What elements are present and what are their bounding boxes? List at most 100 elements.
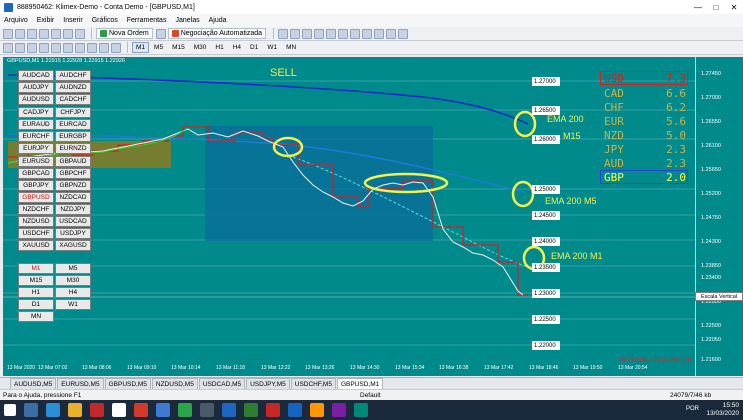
navigator-icon[interactable] xyxy=(51,28,61,39)
indicators-icon[interactable] xyxy=(374,28,385,39)
menu-inserir[interactable]: Inserir xyxy=(63,17,82,24)
line-chart-icon[interactable] xyxy=(302,28,313,39)
language-indicator[interactable]: POR xyxy=(686,406,699,412)
new-order-button[interactable]: Nova Ordem xyxy=(96,28,153,39)
app-icon-white[interactable] xyxy=(112,403,126,417)
symbol-button[interactable]: NZDCAD xyxy=(55,192,91,203)
label-icon[interactable] xyxy=(99,42,109,53)
chart-tab[interactable]: GBPUSD,M5 xyxy=(104,378,151,389)
menu-arquivo[interactable]: Arquivo xyxy=(4,17,28,24)
chart-tab[interactable]: EURUSD,M5 xyxy=(57,378,104,389)
tf-panel-m5[interactable]: M5 xyxy=(55,263,91,274)
autoscroll-icon[interactable] xyxy=(350,28,361,39)
symbol-button[interactable]: GBPCAD xyxy=(18,168,54,179)
app-icon-green[interactable] xyxy=(178,403,192,417)
tf-panel-m1[interactable]: M1 xyxy=(18,263,54,274)
symbol-button[interactable]: EURGBP xyxy=(55,131,91,142)
price-axis[interactable]: 1.27450 1.27000 1.26550 1.26100 1.25650 … xyxy=(695,57,743,376)
trendline-icon[interactable] xyxy=(51,42,61,53)
chart-tab-selected[interactable]: GBPUSD,M1 xyxy=(336,378,384,389)
symbol-button[interactable]: AUDJPY xyxy=(18,82,54,93)
auto-trading-button[interactable]: Negociação Automatizada xyxy=(167,28,267,39)
chart-tab[interactable]: USDCHF,M5 xyxy=(290,378,336,389)
app-icon-green-2[interactable] xyxy=(244,403,258,417)
bar-chart-icon[interactable] xyxy=(278,28,289,39)
shapes-icon[interactable] xyxy=(111,42,121,53)
symbol-button[interactable]: USDCHF xyxy=(18,228,54,239)
menu-exibir[interactable]: Exibir xyxy=(37,17,55,24)
symbol-button[interactable]: GBPCHF xyxy=(55,168,91,179)
tf-panel-w1[interactable]: W1 xyxy=(55,299,91,310)
chart-tab[interactable]: USDCAD,M5 xyxy=(198,378,246,389)
app-icon-blue[interactable] xyxy=(156,403,170,417)
tf-panel-d1[interactable]: D1 xyxy=(18,299,54,310)
tf-mn[interactable]: MN xyxy=(282,42,300,53)
new-chart-icon[interactable] xyxy=(3,28,13,39)
symbol-button[interactable]: EURAUD xyxy=(18,119,54,130)
symbol-button[interactable]: GBPJPY xyxy=(18,180,54,191)
channel-icon[interactable] xyxy=(63,42,73,53)
system-clock[interactable]: 15:50 13/03/2020 xyxy=(706,402,739,418)
symbol-button[interactable]: NZDJPY xyxy=(55,204,91,215)
symbol-button[interactable]: CADCHF xyxy=(55,94,91,105)
file-explorer-icon[interactable] xyxy=(68,403,82,417)
tf-panel-mn[interactable]: MN xyxy=(18,311,54,322)
symbol-button[interactable]: EURUSD xyxy=(18,156,54,167)
tf-h1[interactable]: H1 xyxy=(211,42,227,53)
symbol-button[interactable]: XAGUSD xyxy=(55,240,91,251)
tf-panel-h1[interactable]: H1 xyxy=(18,287,54,298)
app-icon-gray[interactable] xyxy=(200,403,214,417)
edge-icon[interactable] xyxy=(46,403,60,417)
tf-w1[interactable]: W1 xyxy=(263,42,281,53)
menu-ferramentas[interactable]: Ferramentas xyxy=(127,17,167,24)
cursor-icon[interactable] xyxy=(3,42,13,53)
zone-rectangle[interactable] xyxy=(205,126,433,241)
symbol-button[interactable]: EURNZD xyxy=(55,143,91,154)
symbol-button[interactable]: NZDCHF xyxy=(18,204,54,215)
vertical-scale-button[interactable]: Escala Vertical xyxy=(695,292,743,301)
symbol-button[interactable]: EURJPY xyxy=(18,143,54,154)
symbol-button[interactable]: GBPNZD xyxy=(55,180,91,191)
tf-panel-m30[interactable]: M30 xyxy=(55,275,91,286)
tf-panel-m15[interactable]: M15 xyxy=(18,275,54,286)
tf-m30[interactable]: M30 xyxy=(190,42,211,53)
chart-tab[interactable]: NZDUSD,M5 xyxy=(151,378,198,389)
chart-shift-icon[interactable] xyxy=(362,28,373,39)
terminal-icon[interactable] xyxy=(63,28,73,39)
app-icon-teal[interactable] xyxy=(354,403,368,417)
search-icon[interactable] xyxy=(24,403,38,417)
crosshair-icon[interactable] xyxy=(15,42,25,53)
tf-m15[interactable]: M15 xyxy=(168,42,189,53)
symbol-button[interactable]: EURCAD xyxy=(55,119,91,130)
tf-d1[interactable]: D1 xyxy=(246,42,262,53)
symbol-button[interactable]: AUDCAD xyxy=(18,70,54,81)
symbol-button[interactable]: USDCAD xyxy=(55,216,91,227)
symbol-button[interactable]: USDJPY xyxy=(55,228,91,239)
symbol-button[interactable]: AUDCHF xyxy=(55,70,91,81)
metaeditor-icon[interactable] xyxy=(155,28,166,39)
price-chart[interactable]: GBPUSD,M1 1.22915 1.22928 1.22915 1.2292… xyxy=(3,57,695,376)
chart-canvas[interactable] xyxy=(3,57,695,376)
symbol-button[interactable]: CHFJPY xyxy=(55,107,91,118)
text-icon[interactable] xyxy=(87,42,97,53)
strategy-tester-icon[interactable] xyxy=(75,28,85,39)
app-icon-red-2[interactable] xyxy=(134,403,148,417)
windows-start-icon[interactable] xyxy=(4,404,16,416)
menu-ajuda[interactable]: Ajuda xyxy=(209,17,227,24)
symbol-button[interactable]: EURCHF xyxy=(18,131,54,142)
app-icon-red-3[interactable] xyxy=(266,403,280,417)
app-icon-red[interactable] xyxy=(90,403,104,417)
menu-graficos[interactable]: Gráficos xyxy=(92,17,118,24)
symbol-button[interactable]: GBPAUD xyxy=(55,156,91,167)
restore-icon[interactable]: □ xyxy=(707,0,725,14)
app-icon-purple[interactable] xyxy=(332,403,346,417)
metatrader-icon[interactable] xyxy=(222,403,236,417)
periods-icon[interactable] xyxy=(386,28,397,39)
close-icon[interactable]: ✕ xyxy=(725,0,743,14)
templates-icon[interactable] xyxy=(398,28,409,39)
zoom-out-icon[interactable] xyxy=(326,28,337,39)
horizontal-line-icon[interactable] xyxy=(39,42,49,53)
zoom-in-icon[interactable] xyxy=(314,28,325,39)
profiles-icon[interactable] xyxy=(15,28,25,39)
minimize-icon[interactable]: — xyxy=(689,0,707,14)
